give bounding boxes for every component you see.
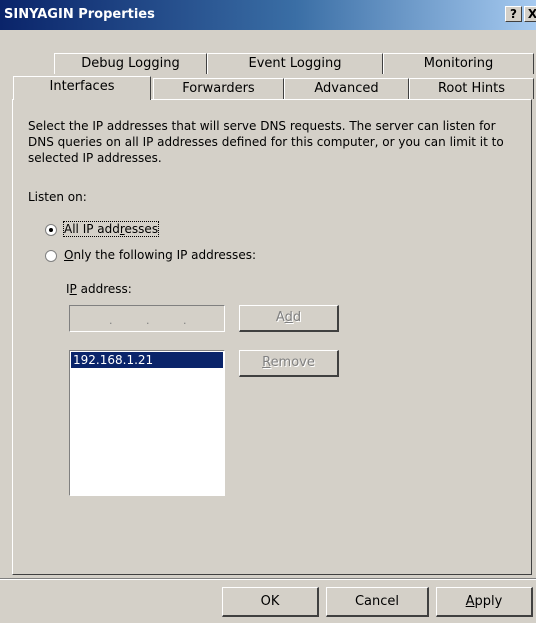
- ip-octet-separator: .: [183, 314, 187, 327]
- tab-root-hints[interactable]: Root Hints: [409, 78, 534, 99]
- tab-event-logging[interactable]: Event Logging: [207, 53, 383, 74]
- ip-octet-separator: .: [109, 314, 113, 327]
- radio-dot: [49, 228, 53, 232]
- help-button[interactable]: ?: [505, 6, 522, 22]
- radio-all-ip-label[interactable]: All IP addresses: [62, 221, 160, 237]
- tab-monitoring[interactable]: Monitoring: [383, 53, 534, 74]
- ip-octet-separator: .: [146, 314, 150, 327]
- title-bar[interactable]: SINYAGIN Properties ? X: [0, 0, 536, 30]
- listen-on-label: Listen on:: [28, 190, 87, 204]
- tab-forwarders[interactable]: Forwarders: [153, 78, 284, 99]
- apply-button[interactable]: Apply: [436, 587, 533, 617]
- tab-debug-logging[interactable]: Debug Logging: [54, 53, 207, 74]
- add-button[interactable]: Add: [239, 305, 339, 332]
- ok-button[interactable]: OK: [222, 587, 319, 617]
- radio-only-following[interactable]: [45, 250, 57, 262]
- window-title: SINYAGIN Properties: [4, 7, 155, 22]
- tab-interfaces[interactable]: Interfaces: [13, 76, 151, 100]
- close-button[interactable]: X: [524, 6, 536, 22]
- radio-all-ip[interactable]: [45, 224, 57, 236]
- tab-panel: [12, 99, 532, 575]
- tab-advanced[interactable]: Advanced: [284, 78, 409, 99]
- radio-only-following-label[interactable]: Only the following IP addresses:: [64, 248, 256, 262]
- list-item[interactable]: 192.168.1.21: [71, 352, 223, 368]
- cancel-button[interactable]: Cancel: [326, 587, 429, 617]
- remove-button[interactable]: Remove: [239, 350, 339, 377]
- ip-address-input[interactable]: . . .: [69, 305, 225, 332]
- ip-address-list[interactable]: 192.168.1.21: [69, 350, 225, 496]
- description-text: Select the IP addresses that will serve …: [28, 119, 504, 165]
- ip-address-label: IP address:: [66, 282, 132, 296]
- footer-separator: [0, 578, 536, 580]
